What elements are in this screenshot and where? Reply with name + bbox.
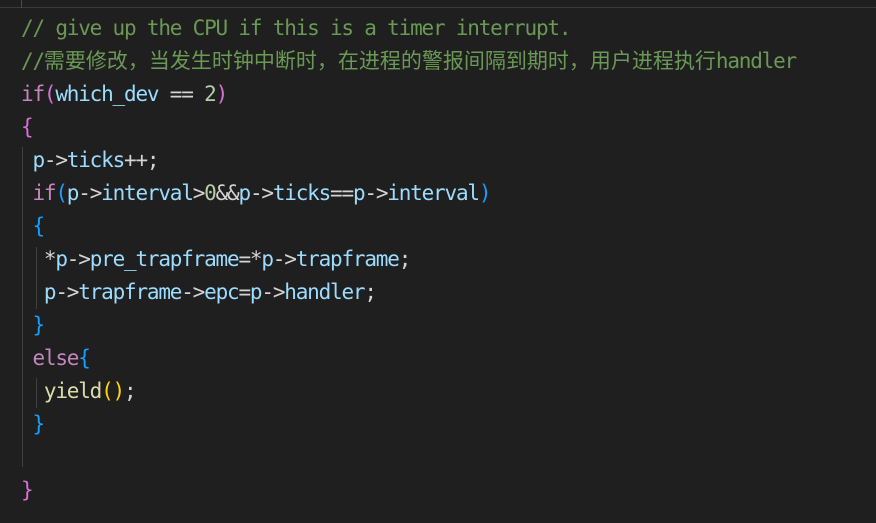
identifier-token: p [249,280,263,304]
comment-token: // give up the CPU if this is a timer in… [21,16,571,40]
operator-token: * [43,247,57,271]
operator-token: = [238,280,251,304]
comment-token: handler [715,49,797,73]
bracket-token: } [21,478,34,502]
operator-token: == [158,82,205,106]
keyword-token: if [21,82,45,106]
code-line[interactable]: } [21,408,45,441]
identifier-token: pre_trapframe [89,247,240,271]
identifier-token: interval [387,181,480,205]
code-editor[interactable]: // give up the CPU if this is a timer in… [0,0,876,523]
bracket-token: { [32,214,45,238]
identifier-token: p [238,181,251,205]
code-line[interactable]: p->trapframe->epc=p->handler; [21,276,377,309]
identifier-token: p [55,247,68,271]
number-token: 2 [204,82,217,106]
indent-guide-top [21,0,22,8]
code-line[interactable]: p->ticks++; [21,144,160,177]
code-line[interactable]: } [21,474,34,507]
code-line[interactable]: yield(); [21,375,137,408]
operator-token: =* [238,247,262,271]
identifier-token: ticks [272,181,331,205]
operator-token: -> [43,148,68,172]
code-line[interactable]: *p->pre_trapframe=*p->trapframe; [21,243,412,276]
operator-token: -> [55,280,79,304]
operator-token [21,346,32,370]
operator-token [21,247,44,271]
bracket-token: ( [43,82,57,106]
identifier-token: interval [101,181,194,205]
operator-token: -> [261,280,285,304]
identifier-token: which_dev [55,82,159,106]
operator-token: ++; [124,148,160,172]
operator-token [21,181,32,205]
identifier-token: p [66,181,80,205]
operator-token: -> [249,181,274,205]
operator-token: ; [398,247,412,271]
bracket-token: { [78,346,91,370]
bracket-token: } [32,412,45,436]
operator-token [21,280,44,304]
identifier-token: epc [204,280,240,304]
bracket-token: } [32,313,45,337]
operator-token [21,313,32,337]
operator-token: && [215,181,240,205]
operator-token: -> [181,280,205,304]
code-line[interactable]: { [21,111,34,144]
identifier-token: handler [284,280,365,304]
editor-top-divider [0,0,876,8]
operator-token [21,379,44,403]
identifier-token: p [352,181,366,205]
bracket-token: ( [55,181,68,205]
operator-token: ; [124,379,137,403]
identifier-token: p [43,280,57,304]
bracket-token: () [101,379,125,403]
bracket-token: ) [215,82,229,106]
comment-token: // [21,49,45,73]
operator-token: ; [364,280,377,304]
number-token: 0 [204,181,217,205]
code-line[interactable]: // give up the CPU if this is a timer in… [21,12,571,45]
code-line[interactable]: if(which_dev == 2) [21,78,229,111]
code-line[interactable]: //需要修改，当发生时钟中断时，在进程的警报间隔到期时，用户进程执行handle… [21,45,797,78]
keyword-token: else [32,346,79,370]
identifier-token: trapframe [78,280,182,304]
identifier-token: p [261,247,274,271]
bracket-token: ) [478,181,492,205]
operator-token: -> [364,181,388,205]
identifier-token: trapframe [295,247,400,271]
comment-token: 需要修改，当发生时钟中断时，在进程的警报间隔到期时，用户进程执行 [43,49,716,73]
code-line[interactable]: else{ [21,342,90,375]
operator-token: -> [272,247,297,271]
code-line[interactable]: if(p->interval>0&&p->ticks==p->interval) [21,177,492,210]
bracket-token: { [21,115,34,139]
code-line[interactable]: { [21,210,45,243]
operator-token: -> [78,181,102,205]
identifier-token: ticks [66,148,125,172]
operator-token [21,214,32,238]
operator-token: > [192,181,206,205]
operator-token: -> [66,247,91,271]
identifier-token: p [32,148,45,172]
operator-token: == [330,181,354,205]
operator-token [21,412,32,436]
code-line[interactable]: } [21,309,45,342]
function-token: yield [43,379,102,403]
operator-token [21,148,32,172]
keyword-token: if [32,181,56,205]
